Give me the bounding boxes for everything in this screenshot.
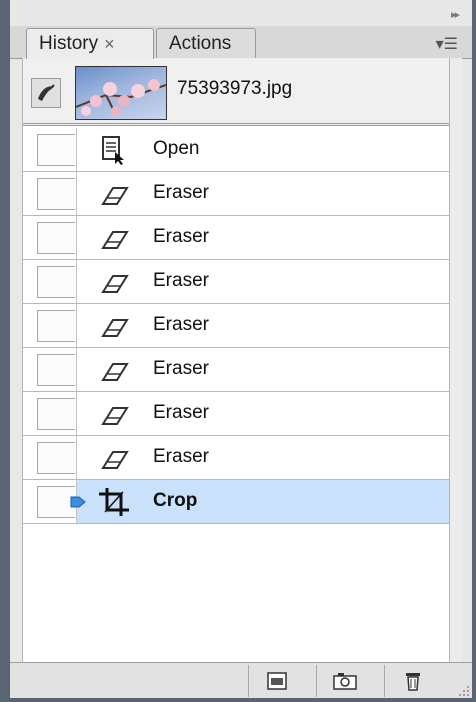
collapse-panel-icon[interactable]: ▸▸	[451, 8, 460, 21]
tab-actions[interactable]: Actions	[156, 28, 256, 58]
history-state-label: Eraser	[153, 270, 209, 291]
history-list: 75393973.jpg Open Eraser Eraser Eraser E…	[22, 58, 450, 662]
history-source-checkbox[interactable]	[37, 398, 75, 430]
history-state-label: Eraser	[153, 358, 209, 379]
scrollbar[interactable]	[450, 58, 462, 662]
new-snapshot-icon[interactable]	[316, 665, 372, 697]
history-state-row[interactable]: Eraser	[23, 260, 449, 304]
new-document-from-state-icon[interactable]	[248, 665, 304, 697]
history-state-label: Crop	[153, 490, 198, 511]
snapshot-thumbnail	[75, 66, 167, 120]
source-column	[23, 392, 77, 435]
history-state-row[interactable]: Eraser	[23, 304, 449, 348]
eraser-icon	[97, 354, 131, 386]
resize-grip-icon[interactable]	[458, 684, 470, 696]
history-state-row[interactable]: Eraser	[23, 392, 449, 436]
source-column	[23, 260, 77, 303]
history-panel: ▸▸ History × Actions ▾☰ 75393973.jpg Ope…	[10, 0, 472, 698]
panel-footer	[10, 662, 472, 698]
source-column	[23, 172, 77, 215]
eraser-icon	[97, 310, 131, 342]
snapshot-row[interactable]: 75393973.jpg	[23, 58, 449, 126]
history-state-label: Eraser	[153, 182, 209, 203]
eraser-icon	[97, 266, 131, 298]
history-source-checkbox[interactable]	[37, 222, 75, 254]
eraser-icon	[97, 178, 131, 210]
history-state-label: Eraser	[153, 446, 209, 467]
history-state-row-selected[interactable]: Crop	[23, 480, 449, 524]
history-state-row[interactable]: Open	[23, 128, 449, 172]
history-state-label: Eraser	[153, 314, 209, 335]
tab-actions-label: Actions	[169, 32, 232, 54]
history-source-checkbox[interactable]	[37, 178, 75, 210]
tab-history-label: History	[39, 33, 99, 54]
source-column	[23, 216, 77, 259]
history-source-checkbox[interactable]	[37, 354, 75, 386]
history-brush-source-icon[interactable]	[31, 78, 61, 108]
eraser-icon	[97, 442, 131, 474]
history-source-checkbox[interactable]	[37, 442, 75, 474]
history-state-label: Eraser	[153, 226, 209, 247]
history-source-checkbox[interactable]	[37, 310, 75, 342]
source-column	[23, 304, 77, 347]
tab-strip: History × Actions	[10, 26, 472, 59]
close-icon[interactable]: ×	[104, 34, 115, 55]
trash-icon[interactable]	[384, 665, 440, 697]
history-state-row[interactable]: Eraser	[23, 216, 449, 260]
source-column	[23, 128, 77, 171]
source-column	[23, 348, 77, 391]
history-state-label: Eraser	[153, 402, 209, 423]
history-state-row[interactable]: Eraser	[23, 172, 449, 216]
current-state-arrow-icon	[69, 493, 87, 511]
eraser-icon	[97, 398, 131, 430]
history-state-row[interactable]: Eraser	[23, 348, 449, 392]
panel-menu-icon[interactable]: ▾☰	[436, 34, 458, 54]
eraser-icon	[97, 222, 131, 254]
open-document-icon	[97, 134, 131, 166]
source-column	[23, 436, 77, 479]
snapshot-name: 75393973.jpg	[177, 78, 293, 99]
history-state-row[interactable]: Eraser	[23, 436, 449, 480]
history-source-checkbox[interactable]	[37, 266, 75, 298]
history-state-label: Open	[153, 138, 200, 159]
crop-icon	[97, 486, 131, 518]
tab-history[interactable]: History ×	[26, 28, 154, 59]
history-source-checkbox[interactable]	[37, 134, 75, 166]
